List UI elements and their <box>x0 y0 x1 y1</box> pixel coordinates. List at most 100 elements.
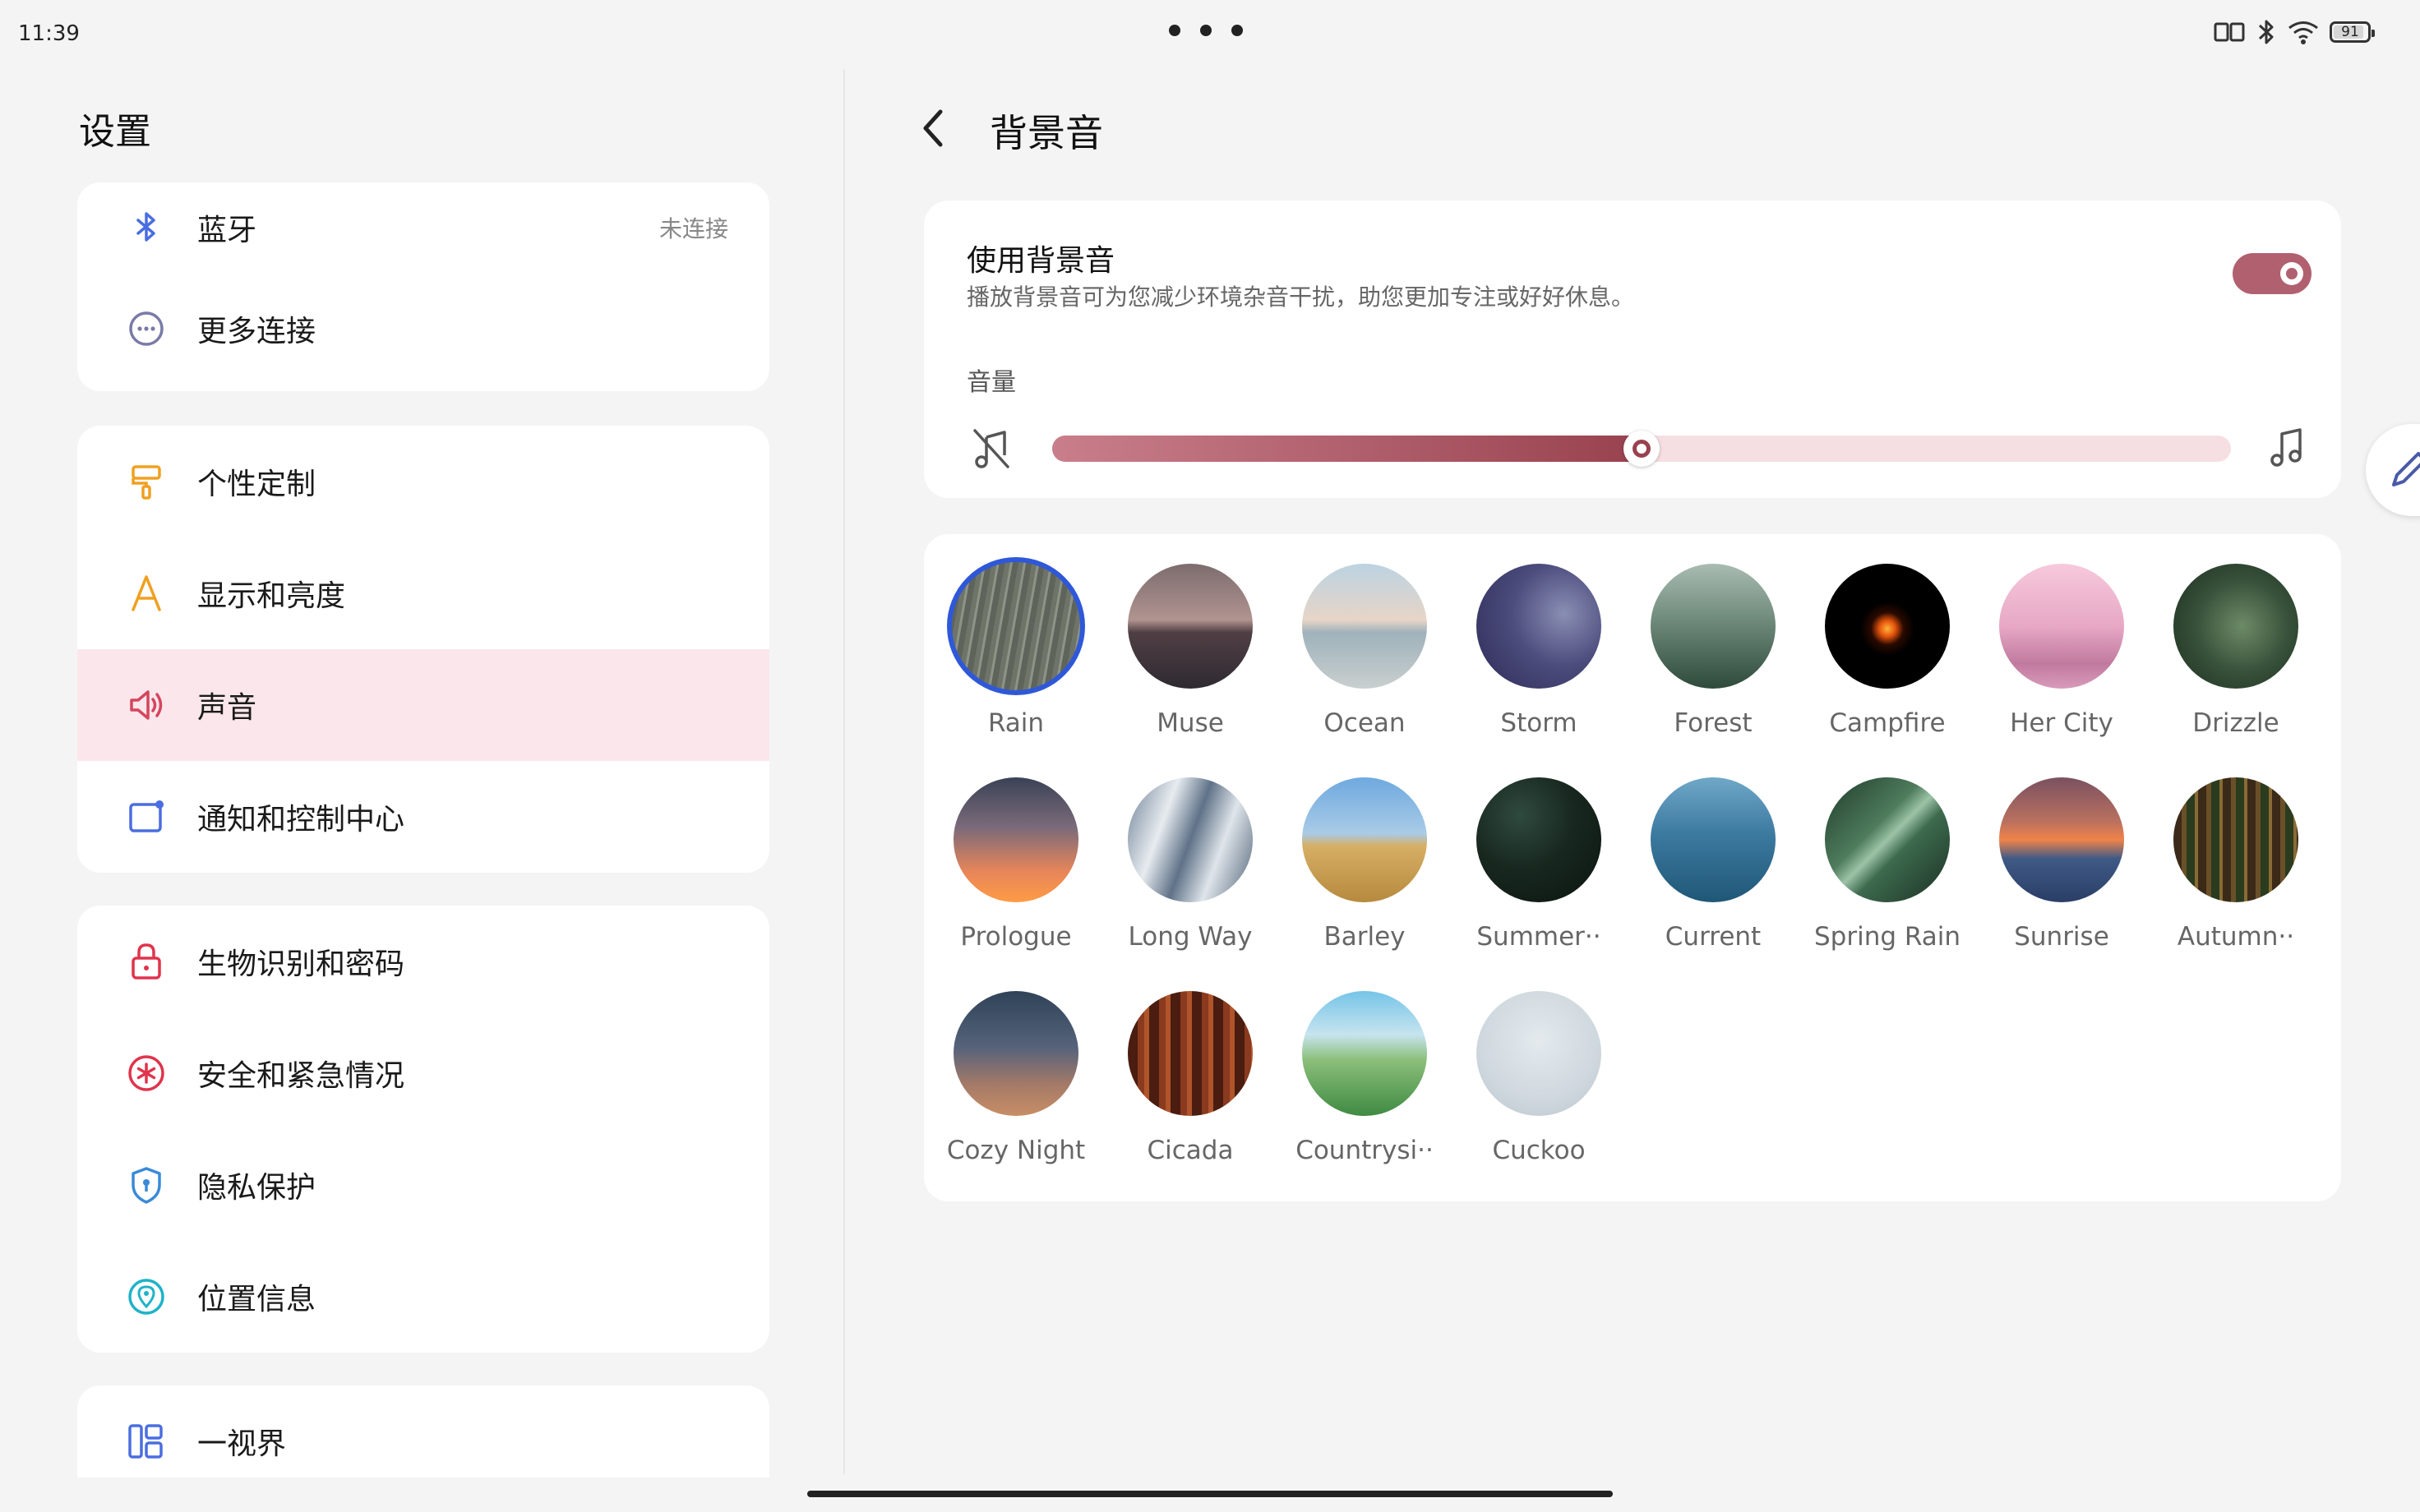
display-letter-a-icon <box>132 575 161 611</box>
speaker-icon <box>130 690 163 720</box>
wifi-icon <box>2288 21 2318 44</box>
sound-name: Drizzle <box>2192 708 2279 738</box>
sound-item-drizzle[interactable]: Drizzle <box>2154 564 2318 761</box>
status-icons: 91 <box>2213 18 2375 46</box>
sound-item-summer[interactable]: Summer·· <box>1457 777 1621 975</box>
volume-slider[interactable] <box>1052 431 2231 467</box>
sidebar-item-label: 安全和紧急情况 <box>197 1059 405 1093</box>
battery-level: 91 <box>2341 24 2359 40</box>
sound-thumbnail <box>2173 564 2298 689</box>
bluetooth-status-icon <box>2258 20 2274 44</box>
settings-group-personal: 个性定制 显示和亮度 声音 通知和控制中心 <box>77 426 769 873</box>
sound-item-sunrise[interactable]: Sunrise <box>1979 777 2144 975</box>
sound-item-muse[interactable]: Muse <box>1108 564 1272 761</box>
sound-name: Autumn·· <box>2177 922 2295 952</box>
sidebar-item-label: 声音 <box>197 691 257 725</box>
sound-item-storm[interactable]: Storm <box>1457 564 1621 761</box>
sound-thumbnail <box>1302 991 1427 1116</box>
sidebar-item-more-connections[interactable]: 更多连接 <box>77 273 769 385</box>
emergency-icon <box>128 1055 164 1091</box>
sound-item-spring-rain[interactable]: Spring Rain <box>1805 777 1970 975</box>
page-title: 背景音 <box>990 111 1103 155</box>
volume-slider-thumb[interactable] <box>1623 431 1660 467</box>
sound-name: Summer·· <box>1476 922 1601 952</box>
sound-thumbnail <box>1999 777 2124 902</box>
location-icon <box>128 1279 164 1315</box>
sound-thumbnail <box>1825 777 1950 902</box>
volume-slider-fill <box>1052 436 1642 462</box>
sound-grid-card: Rain Muse Ocean Storm Forest Campfire Her City… <box>924 534 2341 1201</box>
sidebar-item-label: 生物识别和密码 <box>197 947 405 981</box>
music-note-icon <box>2270 428 2302 467</box>
sound-thumbnail <box>1128 564 1253 689</box>
sidebar-item-label: 隐私保护 <box>197 1171 316 1205</box>
sidebar-item-location[interactable]: 位置信息 <box>77 1241 769 1353</box>
sound-name: Long Way <box>1128 922 1253 952</box>
sound-thumbnail <box>947 557 1085 695</box>
shield-icon <box>132 1167 161 1204</box>
sound-item-cozy-night[interactable]: Cozy Night <box>934 991 1098 1188</box>
pane-divider[interactable] <box>843 69 845 1474</box>
setting-title: 使用背景音 <box>967 244 1115 278</box>
sound-item-prologue[interactable]: Prologue <box>934 777 1098 975</box>
volume-label: 音量 <box>967 368 1016 397</box>
sound-item-forest[interactable]: Forest <box>1631 564 1795 761</box>
sound-thumbnail <box>1128 991 1253 1116</box>
sidebar-item-label: 个性定制 <box>197 468 316 501</box>
sound-item-cuckoo[interactable]: Cuckoo <box>1457 991 1621 1188</box>
sound-item-rain[interactable]: Rain <box>934 557 1098 761</box>
more-connections-icon <box>129 311 164 346</box>
sound-thumbnail <box>1476 564 1601 689</box>
multitask-dots[interactable] <box>1169 25 1243 36</box>
sound-name: Cicada <box>1147 1136 1234 1165</box>
notification-icon <box>129 800 164 832</box>
sound-item-barley[interactable]: Barley <box>1282 777 1447 975</box>
settings-title: 设置 <box>79 111 151 153</box>
sound-name: Countrysi·· <box>1295 1136 1434 1165</box>
sound-item-cicada[interactable]: Cicada <box>1108 991 1272 1188</box>
status-time: 11:39 <box>18 21 80 46</box>
multi-window-icon <box>128 1424 163 1459</box>
sound-thumbnail <box>954 991 1078 1116</box>
sound-thumbnail <box>1128 777 1253 902</box>
sound-item-countrysi[interactable]: Countrysi·· <box>1282 991 1447 1188</box>
sound-item-current[interactable]: Current <box>1631 777 1795 975</box>
sound-name: Forest <box>1674 708 1753 738</box>
sidebar-item-notifications[interactable]: 通知和控制中心 <box>77 761 769 873</box>
bluetooth-icon <box>136 212 155 242</box>
sound-name: Barley <box>1323 922 1406 952</box>
sidebar-item-label: 一视界 <box>197 1427 287 1461</box>
sidebar-item-label: 显示和亮度 <box>197 579 346 613</box>
settings-group-multiwindow: 一视界 <box>77 1385 769 1477</box>
settings-group-security: 生物识别和密码 安全和紧急情况 隐私保护 位置信息 <box>77 906 769 1353</box>
lock-icon <box>132 943 161 980</box>
sidebar-item-label: 更多连接 <box>197 315 316 348</box>
sound-name: Rain <box>987 708 1045 738</box>
floating-pencil-button[interactable] <box>2366 424 2420 516</box>
sound-name: Current <box>1665 922 1762 952</box>
status-bar: 11:39 91 <box>0 0 2420 66</box>
sidebar-item-multi-view[interactable]: 一视界 <box>77 1385 769 1477</box>
sidebar-item-sound[interactable]: 声音 <box>77 649 769 761</box>
sidebar-item-safety-emergency[interactable]: 安全和紧急情况 <box>77 1017 769 1129</box>
sidebar-item-privacy[interactable]: 隐私保护 <box>77 1129 769 1241</box>
sound-name: Sunrise <box>2014 922 2109 952</box>
sound-item-long-way[interactable]: Long Way <box>1108 777 1272 975</box>
home-indicator[interactable] <box>807 1491 1613 1497</box>
sidebar-item-personalization[interactable]: 个性定制 <box>77 426 769 537</box>
sidebar-item-label: 蓝牙 <box>197 214 257 247</box>
sidebar-item-bluetooth[interactable]: 蓝牙 未连接 <box>77 182 769 273</box>
sound-name: Storm <box>1500 708 1577 738</box>
sound-name: Campfire <box>1829 708 1946 738</box>
sidebar-item-display[interactable]: 显示和亮度 <box>77 537 769 649</box>
sidebar-item-biometrics[interactable]: 生物识别和密码 <box>77 906 769 1017</box>
background-sound-settings-card: 使用背景音 播放背景音可为您减少环境杂音干扰，助您更加专注或好好休息。 音量 <box>924 201 2341 498</box>
back-arrow-icon[interactable] <box>914 104 954 153</box>
sound-name: Her City <box>2010 708 2113 738</box>
sound-item-ocean[interactable]: Ocean <box>1282 564 1447 761</box>
sound-item-her-city[interactable]: Her City <box>1979 564 2144 761</box>
sound-item-autumn[interactable]: Autumn·· <box>2154 777 2318 975</box>
sound-item-campfire[interactable]: Campfire <box>1805 564 1970 761</box>
sound-thumbnail <box>1651 777 1776 902</box>
background-sound-toggle[interactable] <box>2233 253 2311 294</box>
